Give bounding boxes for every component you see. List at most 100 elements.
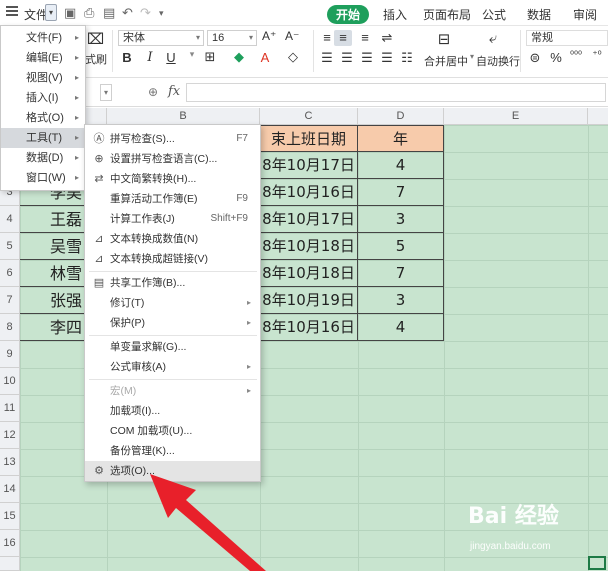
number-format-select[interactable]: 常规 — [526, 30, 608, 46]
print-icon[interactable]: ⎙ — [84, 5, 94, 21]
tab-home[interactable]: 开始 — [327, 5, 370, 24]
table-cell-years[interactable]: 3 — [358, 287, 444, 314]
fill-color-icon[interactable]: ◆ — [232, 49, 246, 65]
shrink-font-icon[interactable]: A⁻ — [285, 29, 299, 43]
table-cell-date[interactable]: 8年10月18日 — [260, 233, 358, 260]
thousands-icon[interactable]: ⁰⁰⁰ — [569, 50, 583, 61]
row-header[interactable]: 8 — [0, 314, 20, 341]
menu-item-goal-seek[interactable]: 单变量求解(G)... — [85, 337, 260, 357]
align-bottom-icon[interactable]: ≡ — [358, 30, 372, 45]
wrap-text-icon[interactable]: ⤶ — [486, 30, 500, 47]
tab-page-layout[interactable]: 页面布局 — [423, 6, 471, 23]
format-painter-label[interactable]: 式刷 — [85, 51, 107, 67]
row-header[interactable]: 7 — [0, 287, 20, 314]
percent-icon[interactable]: % — [549, 50, 563, 65]
menu-item-share-workbook[interactable]: ▤ 共享工作簿(B)... — [85, 273, 260, 293]
underline-button[interactable]: U — [164, 50, 178, 65]
menu-item-formula-audit[interactable]: 公式审核(A) ▸ — [85, 357, 260, 377]
border-icon[interactable]: ⊞ — [203, 49, 217, 65]
name-box-chevron-icon[interactable]: ▾ — [100, 84, 112, 101]
row-header[interactable]: 5 — [0, 233, 20, 260]
row-header[interactable]: 10 — [0, 368, 20, 395]
align-center-icon[interactable]: ☰ — [340, 50, 354, 66]
column-header-d[interactable]: D — [358, 108, 444, 125]
menu-item-insert[interactable]: 插入(I) ▸ — [1, 88, 85, 108]
menu-item-text-to-number[interactable]: ⊿ 文本转换成数值(N) — [85, 229, 260, 249]
currency-icon[interactable]: ⊜ — [528, 50, 542, 66]
zoom-lookup-icon[interactable]: ⊕ — [148, 85, 158, 99]
clear-format-icon[interactable]: ◇ — [286, 49, 300, 65]
merge-center-icon[interactable]: ⊟ — [437, 30, 451, 48]
row-header[interactable] — [0, 557, 20, 571]
menu-item-addins[interactable]: 加载项(I)... — [85, 401, 260, 421]
table-cell-date[interactable]: 8年10月16日 — [260, 179, 358, 206]
merge-center-button[interactable]: 合并居中 — [424, 53, 468, 69]
menu-item-chinese-conversion[interactable]: ⇄ 中文简繁转换(H)... — [85, 169, 260, 189]
menu-item-revisions[interactable]: 修订(T) ▸ — [85, 293, 260, 313]
formula-input[interactable] — [186, 83, 606, 102]
file-dropdown-chevron-icon[interactable]: ▾ — [45, 4, 57, 21]
print-preview-icon[interactable]: ▤ — [103, 5, 115, 21]
customize-chevron-icon[interactable]: ▾ — [159, 8, 164, 19]
column-header-b[interactable]: B — [107, 108, 260, 125]
row-header[interactable]: 12 — [0, 422, 20, 449]
row-header[interactable]: 13 — [0, 449, 20, 476]
table-cell-date[interactable]: 8年10月17日 — [260, 152, 358, 179]
menu-item-spell-check[interactable]: Ⓐ 拼写检查(S)... F7 — [85, 129, 260, 149]
tab-review[interactable]: 审阅 — [573, 6, 597, 23]
menu-item-view[interactable]: 视图(V) ▸ — [1, 68, 85, 88]
table-cell-date[interactable]: 8年10月19日 — [260, 287, 358, 314]
format-painter-icon[interactable]: ⌧ — [87, 30, 104, 48]
tab-insert[interactable]: 插入 — [383, 6, 407, 23]
table-header-years[interactable]: 年 — [358, 125, 444, 152]
table-cell-date[interactable]: 8年10月16日 — [260, 314, 358, 341]
active-cell-selection[interactable] — [588, 556, 606, 570]
italic-button[interactable]: I — [143, 50, 157, 65]
save-icon[interactable]: ▣ — [64, 5, 76, 21]
table-cell-years[interactable]: 3 — [358, 206, 444, 233]
menu-item-data[interactable]: 数据(D) ▸ — [1, 148, 85, 168]
menu-item-tools[interactable]: 工具(T) ▸ — [1, 128, 85, 148]
menu-item-file[interactable]: 文件(F) ▸ — [1, 28, 85, 48]
hamburger-menu-icon[interactable] — [6, 6, 18, 16]
tab-formulas[interactable]: 公式 — [482, 6, 506, 23]
menu-item-text-to-link[interactable]: ⊿ 文本转换成超链接(V) — [85, 249, 260, 269]
menu-item-window[interactable]: 窗口(W) ▸ — [1, 168, 85, 188]
row-header[interactable]: 9 — [0, 341, 20, 368]
row-header[interactable]: 16 — [0, 530, 20, 557]
align-right-icon[interactable]: ☰ — [360, 50, 374, 66]
menu-item-options[interactable]: ⚙ 选项(O)... — [85, 461, 260, 481]
table-cell-years[interactable]: 4 — [358, 152, 444, 179]
menu-item-format[interactable]: 格式(O) ▸ — [1, 108, 85, 128]
justify-icon[interactable]: ☰ — [380, 50, 394, 66]
grow-font-icon[interactable]: A⁺ — [262, 29, 276, 43]
redo-icon[interactable]: ↷ — [140, 5, 151, 21]
table-cell-years[interactable]: 7 — [358, 260, 444, 287]
table-cell-years[interactable]: 4 — [358, 314, 444, 341]
increase-decimal-icon[interactable]: ⁺⁰ — [590, 50, 604, 61]
menu-item-backup[interactable]: 备份管理(K)... — [85, 441, 260, 461]
bold-button[interactable]: B — [120, 50, 134, 65]
align-top-icon[interactable]: ≡ — [320, 30, 334, 45]
table-cell-date[interactable]: 8年10月17日 — [260, 206, 358, 233]
row-header[interactable]: 4 — [0, 206, 20, 233]
font-name-select[interactable]: 宋体 ▾ — [118, 30, 204, 46]
merge-chevron-icon[interactable]: ▾ — [470, 52, 474, 61]
row-header[interactable]: 14 — [0, 476, 20, 503]
menu-item-calc-sheet[interactable]: 计算工作表(J) Shift+F9 — [85, 209, 260, 229]
table-header-date[interactable]: 束上班日期 — [260, 125, 358, 152]
menu-item-edit[interactable]: 编辑(E) ▸ — [1, 48, 85, 68]
menu-item-recalc-workbook[interactable]: 重算活动工作簿(E) F9 — [85, 189, 260, 209]
menu-item-protect[interactable]: 保护(P) ▸ — [85, 313, 260, 333]
font-color-button[interactable]: A — [258, 50, 272, 65]
menu-item-spell-language[interactable]: ⊕ 设置拼写检查语言(C)... — [85, 149, 260, 169]
menu-item-macro[interactable]: 宏(M) ▸ — [85, 381, 260, 401]
align-left-icon[interactable]: ☰ — [320, 50, 334, 66]
tab-data[interactable]: 数据 — [527, 6, 551, 23]
menu-item-com-addins[interactable]: COM 加载项(U)... — [85, 421, 260, 441]
column-header-c[interactable]: C — [260, 108, 358, 125]
row-header[interactable]: 6 — [0, 260, 20, 287]
wrap-text-button[interactable]: 自动换行 — [476, 53, 520, 69]
table-cell-years[interactable]: 5 — [358, 233, 444, 260]
table-cell-date[interactable]: 8年10月18日 — [260, 260, 358, 287]
